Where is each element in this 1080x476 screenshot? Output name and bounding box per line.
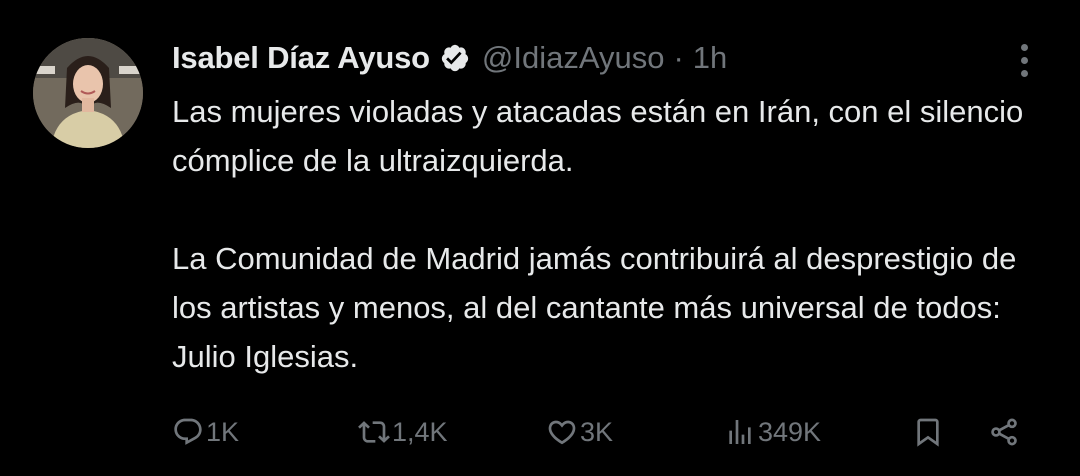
- bookmark-button[interactable]: [912, 408, 944, 456]
- views-button[interactable]: 349K: [724, 408, 821, 456]
- verified-badge-icon: [441, 44, 469, 72]
- more-dot: [1020, 69, 1028, 77]
- like-button[interactable]: 3K: [546, 408, 613, 456]
- reply-count: 1K: [206, 416, 240, 447]
- author-handle[interactable]: @IdiazAyuso: [482, 40, 665, 76]
- more-dot: [1020, 43, 1028, 51]
- tweet-header: Isabel Díaz Ayuso @IdiazAyuso · 1h: [172, 36, 727, 80]
- share-button[interactable]: [988, 408, 1020, 456]
- more-options-icon[interactable]: [1012, 40, 1036, 80]
- retweet-count: 1,4K: [392, 416, 448, 447]
- like-count: 3K: [580, 416, 614, 447]
- tweet-paragraph: Las mujeres violadas y atacadas están en…: [172, 94, 1024, 178]
- bookmark-icon: [917, 418, 939, 447]
- views-count: 349K: [758, 416, 822, 447]
- heart-icon: [548, 420, 576, 445]
- author-name[interactable]: Isabel Díaz Ayuso: [172, 40, 430, 76]
- retweet-icon: [358, 421, 390, 443]
- tweet-text: Las mujeres violadas y atacadas están en…: [172, 87, 1062, 381]
- avatar-photo: [33, 38, 143, 148]
- tweet-paragraph: La Comunidad de Madrid jamás contribuirá…: [172, 241, 1017, 374]
- avatar[interactable]: [33, 38, 143, 148]
- more-dot: [1020, 56, 1028, 64]
- separator-dot: ·: [673, 40, 684, 75]
- views-chart-icon: [729, 420, 751, 444]
- reply-button[interactable]: 1K: [172, 408, 239, 456]
- share-icon: [991, 418, 1017, 446]
- action-bar: 1K 1,4K 3K 349K: [172, 408, 1042, 456]
- retweet-button[interactable]: 1,4K: [358, 408, 448, 456]
- tweet-time[interactable]: 1h: [693, 40, 727, 76]
- reply-icon: [174, 418, 202, 445]
